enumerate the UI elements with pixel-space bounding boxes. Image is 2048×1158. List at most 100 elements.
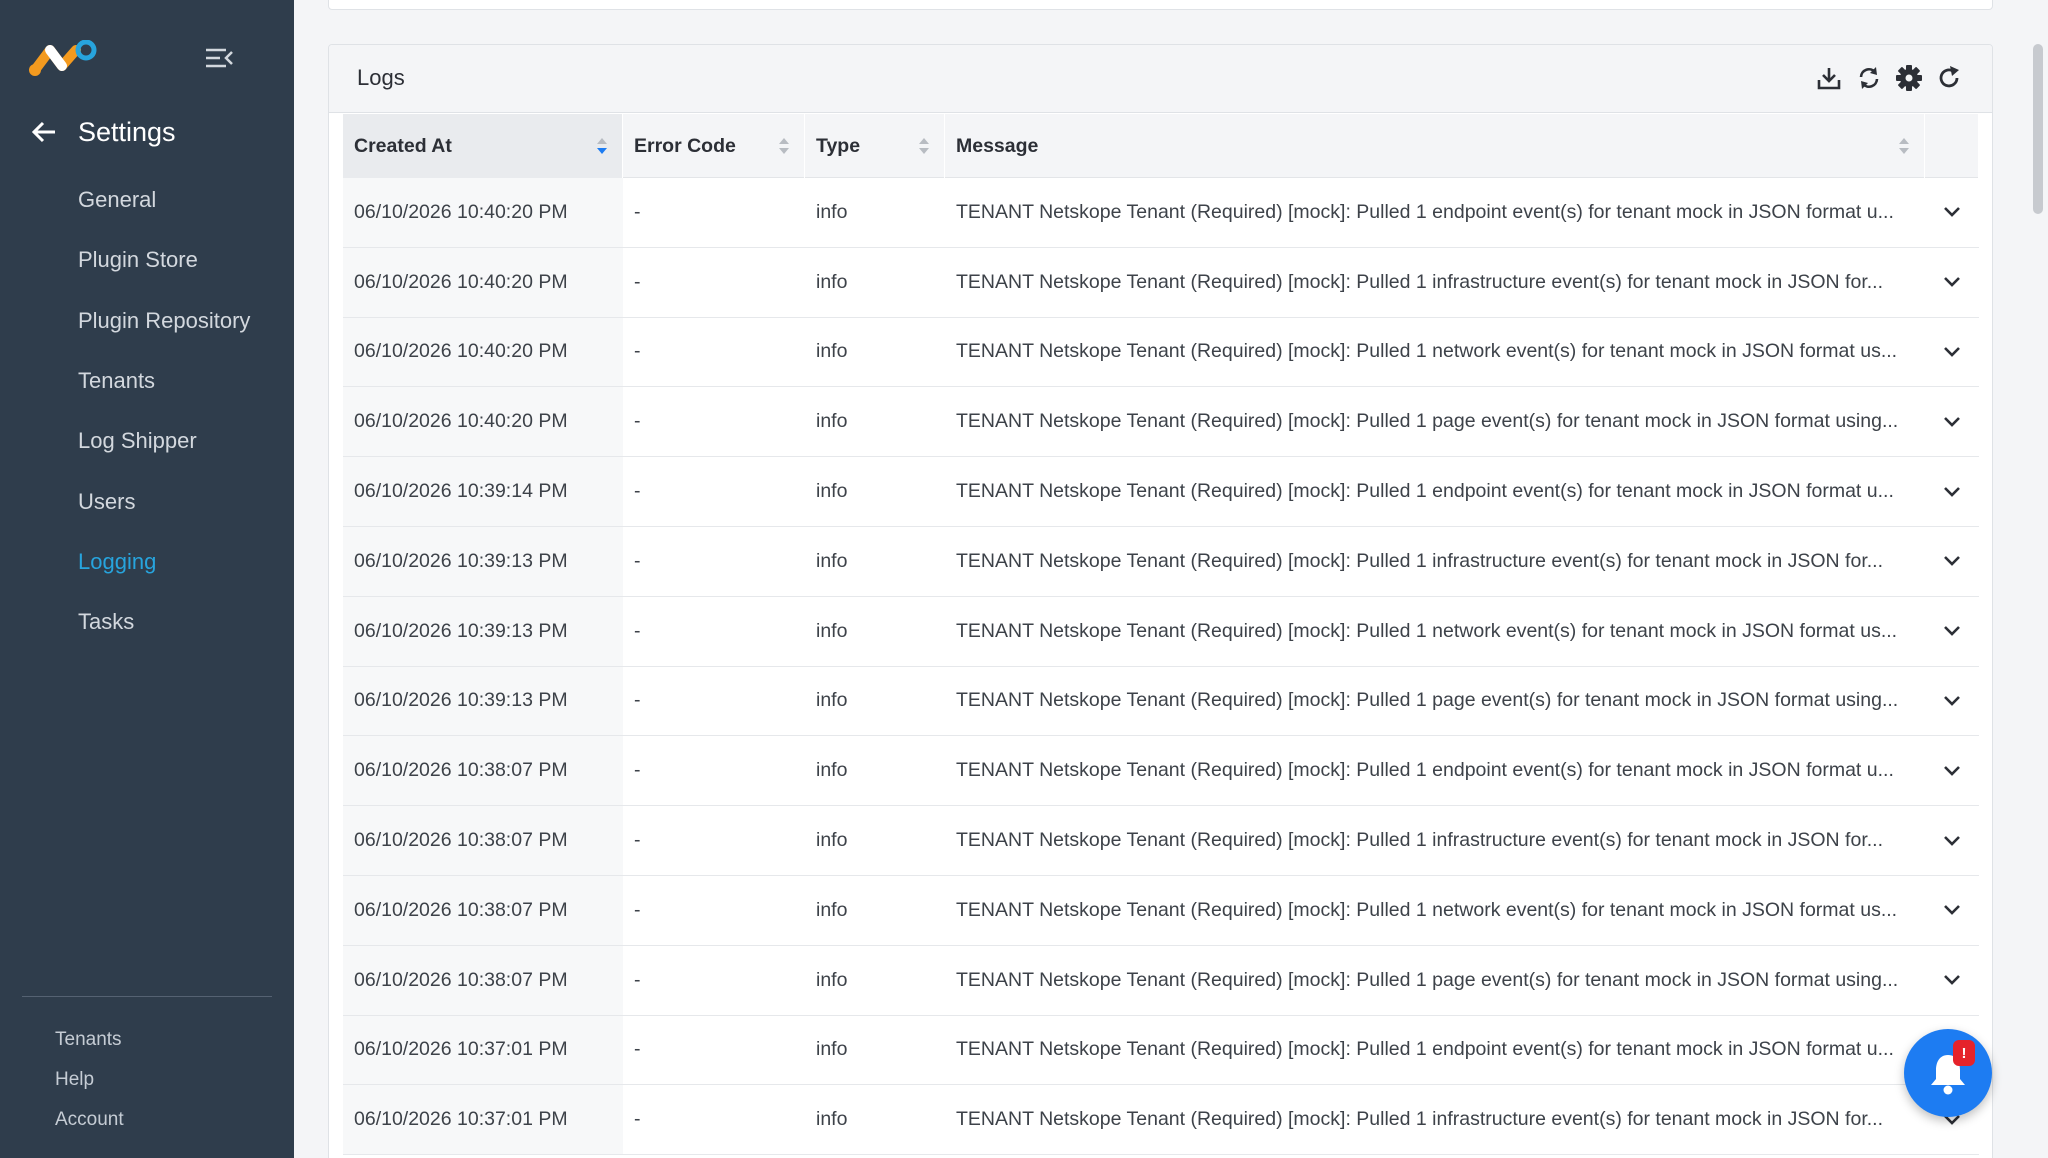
sort-icon	[919, 138, 929, 154]
cell-message: TENANT Netskope Tenant (Required) [mock]…	[956, 549, 1883, 572]
expand-row-button[interactable]	[1925, 946, 1979, 1015]
settings-button[interactable]	[1894, 63, 1924, 93]
cell-created-at: 06/10/2026 10:38:07 PM	[343, 806, 623, 875]
table-row[interactable]: 06/10/2026 10:40:20 PM - info TENANT Netsko…	[343, 247, 1979, 318]
table-row[interactable]: 06/10/2026 10:39:13 PM - info TENANT Netsko…	[343, 526, 1979, 597]
cell-message: TENANT Netskope Tenant (Required) [mock]…	[956, 410, 1899, 433]
cell-type: info	[816, 480, 848, 503]
cell-type: info	[816, 619, 848, 642]
logs-panel: Logs Created At Error Code Type Message …	[328, 44, 1993, 1158]
sort-icon	[779, 138, 789, 154]
sidebar-item-general[interactable]: General	[0, 170, 294, 230]
column-created-at[interactable]: Created At	[343, 114, 623, 178]
logs-table-header: Created At Error Code Type Message	[343, 114, 1979, 178]
cell-type: info	[816, 968, 848, 991]
table-row[interactable]: 06/10/2026 10:38:07 PM - info TENANT Netsko…	[343, 945, 1979, 1016]
cell-created-at: 06/10/2026 10:40:20 PM	[343, 178, 623, 247]
cell-type: info	[816, 1108, 848, 1131]
collapse-sidebar-icon[interactable]	[204, 46, 234, 70]
table-row[interactable]: 06/10/2026 10:40:20 PM - info TENANT Netsko…	[343, 178, 1979, 248]
notifications-button[interactable]	[1904, 1029, 1992, 1117]
table-row[interactable]: 06/10/2026 10:39:13 PM - info TENANT Netsko…	[343, 666, 1979, 737]
sidebar-item-logging[interactable]: Logging	[0, 532, 294, 592]
cell-error-code: -	[634, 1108, 641, 1131]
footer-item-help[interactable]: Help	[55, 1060, 124, 1100]
cell-message: TENANT Netskope Tenant (Required) [mock]…	[956, 689, 1899, 712]
gear-icon	[1896, 65, 1922, 91]
expand-row-button[interactable]	[1925, 806, 1979, 875]
sync-button[interactable]	[1854, 63, 1884, 93]
column-message[interactable]: Message	[945, 114, 1925, 178]
expand-row-button[interactable]	[1925, 736, 1979, 805]
column-message-label: Message	[956, 134, 1039, 157]
cell-created-at: 06/10/2026 10:40:20 PM	[343, 317, 623, 387]
expand-row-button[interactable]	[1925, 178, 1979, 247]
expand-row-button[interactable]	[1925, 597, 1979, 666]
expand-row-button[interactable]	[1925, 387, 1979, 456]
cell-message: TENANT Netskope Tenant (Required) [mock]…	[956, 340, 1898, 363]
chevron-down-icon	[1944, 347, 1960, 357]
cell-type: info	[816, 410, 848, 433]
cell-message: TENANT Netskope Tenant (Required) [mock]…	[956, 968, 1899, 991]
table-row[interactable]: 06/10/2026 10:39:14 PM - info TENANT Netsko…	[343, 457, 1979, 527]
table-row[interactable]: 06/10/2026 10:40:20 PM - info TENANT Netsko…	[343, 387, 1979, 458]
cell-message: TENANT Netskope Tenant (Required) [mock]…	[956, 480, 1894, 503]
sidebar-item-plugin-store[interactable]: Plugin Store	[0, 230, 294, 290]
cell-type: info	[816, 549, 848, 572]
logs-toolbar	[1814, 63, 1964, 93]
table-row[interactable]: 06/10/2026 10:40:20 PM - info TENANT Netsko…	[343, 317, 1979, 388]
expand-row-button[interactable]	[1925, 318, 1979, 387]
footer-item-tenants[interactable]: Tenants	[55, 1020, 124, 1060]
cell-error-code: -	[634, 759, 641, 782]
column-type-label: Type	[816, 134, 861, 157]
table-row[interactable]: 06/10/2026 10:38:07 PM - info TENANT Netsko…	[343, 736, 1979, 807]
cell-created-at: 06/10/2026 10:40:20 PM	[343, 387, 623, 457]
cell-message: TENANT Netskope Tenant (Required) [mock]…	[956, 270, 1883, 293]
cell-message: TENANT Netskope Tenant (Required) [mock]…	[956, 759, 1894, 782]
expand-row-button[interactable]	[1925, 876, 1979, 945]
cell-created-at: 06/10/2026 10:37:01 PM	[343, 1015, 623, 1085]
sidebar-item-log-shipper[interactable]: Log Shipper	[0, 411, 294, 471]
sort-icon	[1899, 138, 1909, 154]
footer-item-account[interactable]: Account	[55, 1100, 124, 1140]
scrollbar-thumb[interactable]	[2033, 44, 2043, 214]
cell-type: info	[816, 759, 848, 782]
cell-error-code: -	[634, 480, 641, 503]
cell-type: info	[816, 829, 848, 852]
chevron-down-icon	[1944, 207, 1960, 218]
table-row[interactable]: 06/10/2026 10:37:01 PM - info TENANT Netsko…	[343, 1085, 1979, 1156]
column-error-code[interactable]: Error Code	[623, 114, 805, 178]
expand-row-button[interactable]	[1925, 248, 1979, 317]
sidebar-item-tasks[interactable]: Tasks	[0, 592, 294, 652]
expand-row-button[interactable]	[1925, 667, 1979, 736]
sidebar-footer: Tenants Help Account	[55, 1020, 124, 1140]
sync-icon	[1859, 67, 1879, 89]
sidebar-item-users[interactable]: Users	[0, 471, 294, 531]
expand-row-button[interactable]	[1925, 527, 1979, 596]
expand-row-button[interactable]	[1925, 457, 1979, 526]
chevron-down-icon	[1944, 277, 1960, 288]
table-row[interactable]: 06/10/2026 10:39:13 PM - info TENANT Netsko…	[343, 596, 1979, 667]
netskope-logo	[29, 40, 97, 76]
chevron-down-icon	[1944, 556, 1960, 567]
cell-message: TENANT Netskope Tenant (Required) [mock]…	[956, 200, 1894, 223]
settings-back-button[interactable]: Settings	[30, 112, 176, 152]
chevron-down-icon	[1944, 416, 1960, 427]
table-row[interactable]: 06/10/2026 10:38:07 PM - info TENANT Netsko…	[343, 875, 1979, 946]
cell-created-at: 06/10/2026 10:39:14 PM	[343, 457, 623, 526]
sidebar-item-tenants[interactable]: Tenants	[0, 351, 294, 411]
column-type[interactable]: Type	[805, 114, 945, 178]
settings-nav: General Plugin Store Plugin Repository T…	[0, 170, 294, 652]
cell-created-at: 06/10/2026 10:38:07 PM	[343, 945, 623, 1015]
cell-message: TENANT Netskope Tenant (Required) [mock]…	[956, 1038, 1894, 1061]
cell-message: TENANT Netskope Tenant (Required) [mock]…	[956, 829, 1883, 852]
sort-desc-icon	[597, 138, 607, 154]
table-row[interactable]: 06/10/2026 10:38:07 PM - info TENANT Netsko…	[343, 806, 1979, 876]
table-row[interactable]: 06/10/2026 10:37:01 PM - info TENANT Netsko…	[343, 1015, 1979, 1086]
sidebar-item-plugin-repository[interactable]: Plugin Repository	[0, 291, 294, 351]
page-scrollbar[interactable]	[2028, 0, 2048, 1158]
column-expand	[1925, 114, 1979, 178]
refresh-button[interactable]	[1934, 63, 1964, 93]
download-button[interactable]	[1814, 63, 1844, 93]
cell-type: info	[816, 689, 848, 712]
